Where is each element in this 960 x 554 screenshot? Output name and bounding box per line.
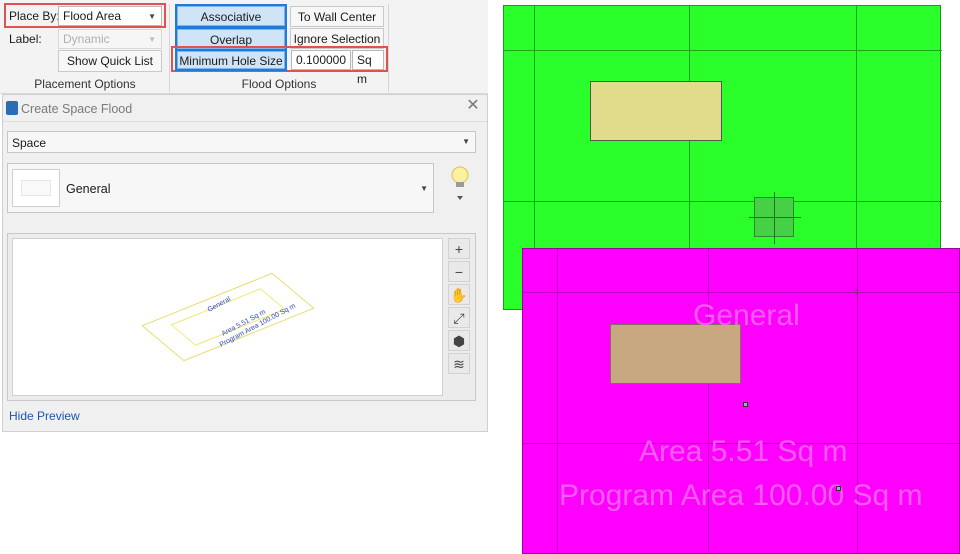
type-value: Space: [12, 136, 47, 150]
hide-preview-link[interactable]: Hide Preview: [9, 409, 80, 423]
snap-marker[interactable]: [836, 486, 841, 491]
space-label-program-area: Program Area 100.00 Sq m: [559, 479, 923, 512]
min-hole-value-input[interactable]: 0.100000: [291, 50, 351, 70]
preview-canvas: General Area 5.51 Sq m Program Area 100.…: [12, 238, 443, 396]
close-icon[interactable]: ✕: [465, 98, 481, 114]
drawing-canvas[interactable]: General Area 5.51 Sq m Program Area 100.…: [488, 0, 960, 554]
cursor-icon: ⌖: [853, 287, 860, 299]
space-label-area: Area 5.51 Sq m: [639, 435, 848, 468]
dialog-title: Create Space Flood: [21, 102, 133, 116]
fit-view-icon[interactable]: ⤢: [448, 307, 470, 328]
label-dropdown[interactable]: Dynamic ▼: [58, 29, 162, 49]
grid-line: [523, 292, 959, 293]
preview-graphic: General Area 5.51 Sq m Program Area 100.…: [141, 272, 315, 362]
pan-hand-icon[interactable]: ✋: [448, 284, 470, 305]
space-label-general: General: [693, 299, 800, 332]
cursor-target[interactable]: [749, 192, 801, 244]
column-tan[interactable]: [610, 324, 741, 384]
show-quick-list-button[interactable]: Show Quick List: [58, 50, 162, 72]
crosshair: [774, 192, 775, 244]
to-wall-center-toggle[interactable]: To Wall Center: [290, 6, 384, 27]
crosshair: [749, 217, 801, 218]
associative-toggle[interactable]: Associative: [177, 6, 285, 26]
ribbon: Place By: Flood Area ▼ Label: Dynamic ▼ …: [0, 0, 490, 94]
flood-options-title: Flood Options: [241, 77, 317, 91]
grid-line: [504, 50, 942, 51]
min-hole-unit: Sq m: [352, 50, 384, 86]
app-icon: [6, 101, 18, 115]
magenta-space[interactable]: General Area 5.51 Sq m Program Area 100.…: [522, 248, 960, 554]
column-yellow[interactable]: [590, 81, 722, 141]
grid-line: [504, 201, 942, 202]
layers-icon[interactable]: ≋: [448, 353, 470, 374]
snap-marker[interactable]: [743, 402, 748, 407]
preview-frame: General Area 5.51 Sq m Program Area 100.…: [7, 233, 476, 401]
lightbulb-icon[interactable]: [447, 163, 473, 203]
chevron-down-icon: ▼: [462, 137, 470, 146]
place-by-value: Flood Area: [63, 9, 122, 23]
chevron-down-icon: ▼: [148, 35, 156, 44]
title-divider: [3, 121, 487, 122]
zoom-in-icon[interactable]: +: [448, 238, 470, 259]
group-divider: [388, 4, 389, 92]
view-cube-icon[interactable]: ⬢: [448, 330, 470, 351]
template-name: General: [66, 182, 111, 196]
label-value: Dynamic: [63, 32, 110, 46]
place-by-dropdown[interactable]: Flood Area ▼: [58, 6, 162, 26]
chevron-down-icon: ▼: [148, 12, 156, 21]
thumbnail-graphic: [21, 180, 51, 196]
place-by-label: Place By:: [9, 9, 60, 23]
grid-line: [557, 249, 558, 553]
zoom-out-icon[interactable]: −: [448, 261, 470, 282]
template-thumbnail: [12, 169, 60, 207]
create-space-flood-dialog: Create Space Flood ✕ Space ▼ General ▼ G…: [2, 94, 488, 432]
type-dropdown[interactable]: Space ▼: [7, 131, 476, 153]
minimum-hole-size-toggle[interactable]: Minimum Hole Size: [177, 51, 285, 69]
min-hole-value: 0.100000: [295, 53, 347, 67]
placement-options-title: Placement Options: [34, 77, 136, 91]
template-picker[interactable]: General ▼: [7, 163, 434, 213]
chevron-down-icon: ▼: [420, 184, 428, 193]
label-label: Label:: [9, 32, 42, 46]
